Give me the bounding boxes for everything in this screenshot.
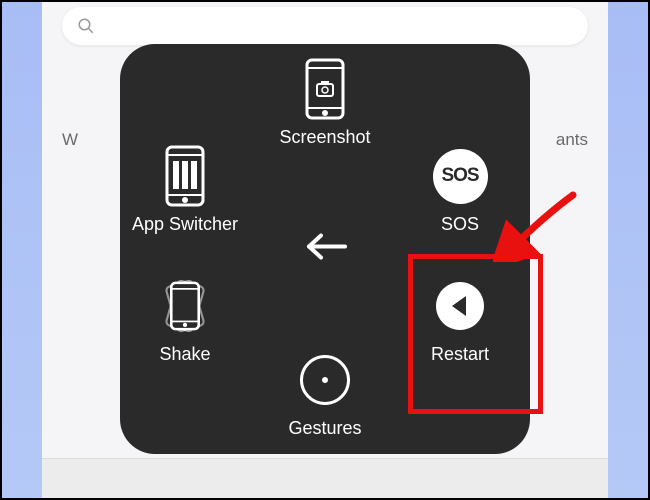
sos-badge: SOS — [433, 149, 488, 204]
left-gradient-bar — [2, 2, 42, 498]
app-switcher-icon — [155, 146, 215, 206]
arrow-left-icon — [301, 232, 349, 262]
assistive-touch-menu: Screenshot App Switcher S — [120, 44, 530, 454]
shake-icon — [155, 276, 215, 336]
gestures-button[interactable]: Gestures — [270, 350, 380, 439]
right-gradient-bar — [608, 2, 648, 498]
restart-label: Restart — [431, 344, 489, 365]
background-text-left: W — [62, 130, 78, 150]
search-icon — [77, 17, 95, 35]
shake-button[interactable]: Shake — [130, 276, 240, 365]
restart-icon — [430, 276, 490, 336]
screenshot-button[interactable]: Screenshot — [270, 59, 380, 148]
gestures-icon — [295, 350, 355, 410]
background-text-right: ants — [556, 130, 588, 150]
search-bar[interactable] — [62, 7, 588, 45]
back-button[interactable] — [301, 232, 349, 267]
app-switcher-button[interactable]: App Switcher — [130, 146, 240, 235]
sos-button[interactable]: SOS SOS — [405, 146, 515, 235]
bottom-status-bar — [42, 458, 608, 498]
phone-camera-icon — [295, 59, 355, 119]
screenshot-frame: W ants Screenshot — [0, 0, 650, 500]
phone-screen: W ants Screenshot — [42, 2, 608, 498]
gestures-label: Gestures — [288, 418, 361, 439]
screenshot-label: Screenshot — [279, 127, 370, 148]
restart-button[interactable]: Restart — [405, 276, 515, 365]
sos-label: SOS — [441, 214, 479, 235]
sos-icon: SOS — [430, 146, 490, 206]
shake-label: Shake — [159, 344, 210, 365]
app-switcher-label: App Switcher — [132, 214, 238, 235]
